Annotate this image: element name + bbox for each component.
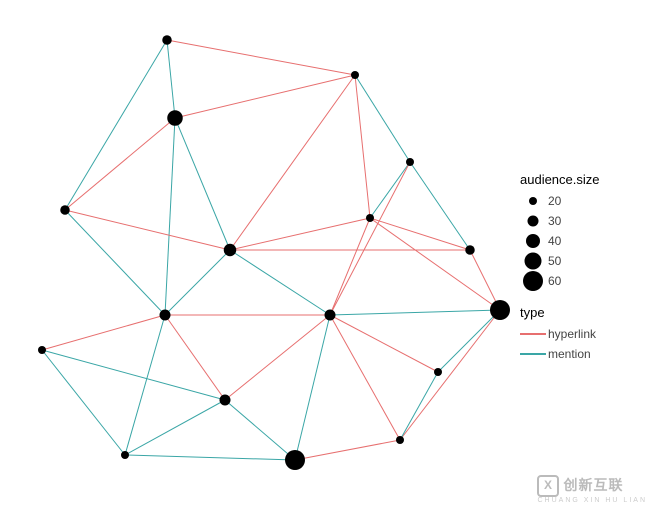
edge-hyperlink	[470, 250, 500, 310]
edge-hyperlink	[230, 75, 355, 250]
legend-size-swatch	[520, 230, 546, 252]
node	[285, 450, 305, 470]
legend-type-row: hyperlink	[520, 324, 650, 344]
legend-size-row: 30	[520, 211, 650, 231]
edge-mention	[330, 310, 500, 315]
legend-size-swatch	[520, 190, 546, 212]
node	[465, 245, 475, 255]
edge-hyperlink	[330, 162, 410, 315]
edge-hyperlink	[330, 218, 370, 315]
legend-type-rows: hyperlink mention	[520, 324, 650, 364]
node	[325, 310, 336, 321]
node	[396, 436, 404, 444]
legend-size-row: 50	[520, 251, 650, 271]
edge-hyperlink	[370, 218, 470, 250]
edges-layer	[42, 40, 500, 460]
legend: audience.size 20 30 40 50 60 type hyperlink m…	[520, 170, 650, 378]
network-plot	[0, 0, 520, 510]
legend-size-swatch	[520, 250, 546, 272]
node	[366, 214, 374, 222]
edge-mention	[295, 315, 330, 460]
nodes-layer	[38, 35, 510, 470]
watermark: X创新互联 CHUANG XIN HU LIAN	[537, 475, 647, 504]
legend-size-label: 40	[548, 234, 561, 248]
edge-mention	[42, 350, 225, 400]
edge-hyperlink	[65, 210, 230, 250]
node	[162, 35, 172, 45]
legend-type-label: hyperlink	[548, 327, 596, 341]
edge-mention	[65, 210, 165, 315]
legend-size-rows: 20 30 40 50 60	[520, 191, 650, 291]
legend-size-label: 50	[548, 254, 561, 268]
edge-mention	[125, 315, 165, 455]
legend-type-swatch	[520, 353, 546, 355]
legend-size-swatch	[520, 270, 546, 292]
node	[434, 368, 442, 376]
node	[490, 300, 510, 320]
legend-type-label: mention	[548, 347, 591, 361]
figure-stage: { "chart_data": { "type": "network", "ed…	[0, 0, 653, 510]
edge-hyperlink	[167, 40, 355, 75]
legend-size-row: 20	[520, 191, 650, 211]
node	[38, 346, 46, 354]
edge-mention	[410, 162, 470, 250]
legend-size-swatch	[520, 210, 546, 232]
legend-size-label: 60	[548, 274, 561, 288]
edge-hyperlink	[370, 218, 500, 310]
edge-mention	[225, 400, 295, 460]
edge-mention	[65, 40, 167, 210]
node	[406, 158, 414, 166]
legend-size-block: audience.size 20 30 40 50 60	[520, 172, 650, 291]
edge-mention	[167, 40, 175, 118]
node	[167, 110, 183, 126]
watermark-brand: 创新互联	[563, 477, 623, 493]
edge-hyperlink	[175, 75, 355, 118]
edge-hyperlink	[42, 315, 165, 350]
edge-mention	[230, 250, 330, 315]
edge-mention	[438, 310, 500, 372]
node	[60, 205, 70, 215]
node	[224, 244, 237, 257]
watermark-icon: X	[537, 475, 559, 497]
legend-size-row: 40	[520, 231, 650, 251]
edge-hyperlink	[230, 218, 370, 250]
edge-mention	[175, 118, 230, 250]
node	[121, 451, 129, 459]
edge-mention	[165, 250, 230, 315]
node	[351, 71, 359, 79]
edge-hyperlink	[355, 75, 370, 218]
legend-type-block: type hyperlink mention	[520, 305, 650, 364]
edge-mention	[125, 400, 225, 455]
watermark-sub: CHUANG XIN HU LIAN	[537, 497, 647, 504]
node	[160, 310, 171, 321]
legend-type-title: type	[520, 305, 650, 320]
edge-mention	[165, 118, 175, 315]
edge-mention	[42, 350, 125, 455]
edge-mention	[400, 372, 438, 440]
legend-type-swatch	[520, 333, 546, 335]
edge-hyperlink	[225, 315, 330, 400]
edge-hyperlink	[65, 118, 175, 210]
edge-mention	[370, 162, 410, 218]
legend-size-label: 30	[548, 214, 561, 228]
legend-type-row: mention	[520, 344, 650, 364]
legend-size-title: audience.size	[520, 172, 650, 187]
edge-hyperlink	[400, 310, 500, 440]
edge-mention	[125, 455, 295, 460]
legend-size-row: 60	[520, 271, 650, 291]
node	[220, 395, 231, 406]
edge-hyperlink	[295, 440, 400, 460]
edge-hyperlink	[165, 315, 225, 400]
legend-size-label: 20	[548, 194, 561, 208]
